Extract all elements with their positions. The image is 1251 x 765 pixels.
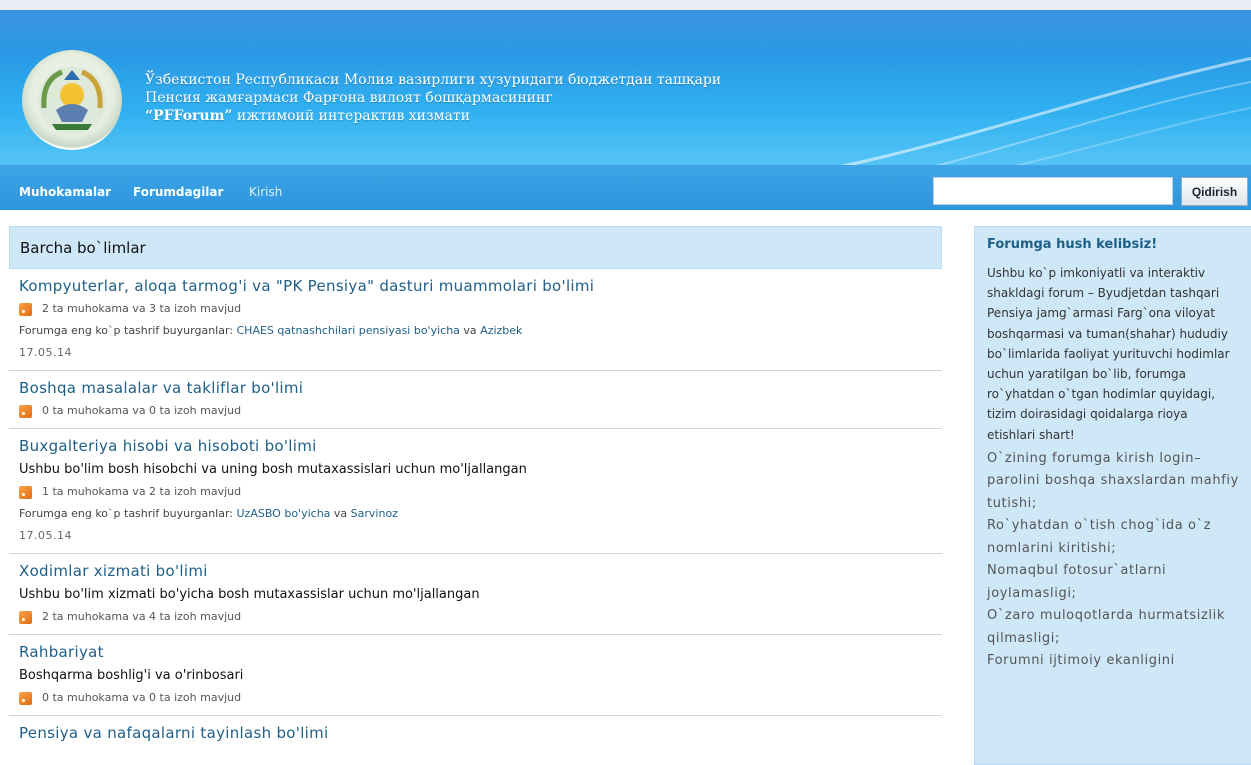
frequent-topic-link[interactable]: CHAES qatnashchilari pensiyasi bo'yicha xyxy=(237,324,460,337)
category-stats-text: 2 ta muhokama va 3 ta izoh mavjud xyxy=(42,302,242,315)
category-stats: 1 ta muhokama va 2 ta izoh mavjud xyxy=(19,482,942,502)
sidebar-rule: Forumni ijtimoiy ekanligini xyxy=(987,653,1175,669)
frequent-user-link[interactable]: Azizbek xyxy=(480,324,522,337)
category-item: Xodimlar xizmati bo'limi Ushbu bo'lim xi… xyxy=(9,554,942,635)
sidebar-intro-text: Ushbu ko`p imkoniyatli va interaktiv sha… xyxy=(987,266,1230,442)
sidebar-rule: Nomaqbul fotosur`atlarni joylamasligi; xyxy=(987,563,1167,601)
category-item: Rahbariyat Boshqarma boshlig'i va o'rinb… xyxy=(9,635,942,716)
sidebar-rule: O`zaro muloqotlarda hurmatsizlik qilmasl… xyxy=(987,608,1225,646)
frequent-visitors-label: Forumga eng ko`p tashrif buyurganlar: xyxy=(19,324,237,337)
category-title[interactable]: Xodimlar xizmati bo'limi xyxy=(19,560,942,582)
nav-forumdagilar[interactable]: Forumdagilar xyxy=(133,185,223,199)
category-title[interactable]: Kompyuterlar, aloqa tarmog'i va "PK Pens… xyxy=(19,275,942,297)
frequent-visitors-and: va xyxy=(330,507,351,520)
frequent-visitors-label: Forumga eng ko`p tashrif buyurganlar: xyxy=(19,507,237,520)
frequent-user-link[interactable]: Sarvinoz xyxy=(351,507,398,520)
nav-muhokamalar[interactable]: Muhokamalar xyxy=(19,185,111,199)
category-stats-text: 0 ta muhokama va 0 ta izoh mavjud xyxy=(42,404,242,417)
state-emblem-icon xyxy=(22,50,122,150)
category-title[interactable]: Buxgalteriya hisobi va hisoboti bo'limi xyxy=(19,435,942,457)
top-strip xyxy=(0,0,1251,10)
banner-line-3: “PFForum” ижтимоий интерактив хизмати xyxy=(145,107,721,125)
category-stats: 0 ta muhokama va 0 ta izoh mavjud xyxy=(19,688,942,708)
nav-kirish[interactable]: Kirish xyxy=(249,185,282,199)
category-date: 17.05.14 xyxy=(19,529,72,542)
rss-feed-icon[interactable] xyxy=(19,404,32,418)
welcome-sidebar: Forumga hush kelibsiz! Ushbu ko`p imkoni… xyxy=(974,226,1251,765)
category-list-heading: Barcha bo`limlar xyxy=(9,226,942,269)
frequent-topic-link[interactable]: UzASBO bo'yicha xyxy=(237,507,331,520)
sidebar-rule: Ro`yhatdan o`tish chog`ida o`z nomlarini… xyxy=(987,518,1212,556)
banner-line-1: Ўзбекистон Республикаси Молия вазирлиги … xyxy=(145,72,722,88)
rss-feed-icon[interactable] xyxy=(19,485,32,499)
search-button[interactable]: Qidirish xyxy=(1181,177,1248,206)
category-stats-text: 2 ta muhokama va 4 ta izoh mavjud xyxy=(42,610,242,623)
category-list: Barcha bo`limlar Kompyuterlar, aloqa tar… xyxy=(9,226,942,751)
frequent-visitors-and: va xyxy=(459,324,481,337)
category-title[interactable]: Pensiya va nafaqalarni tayinlash bo'limi xyxy=(19,722,942,744)
banner-line-3-rest: ижтимоий интерактив хизмати xyxy=(232,108,470,124)
category-stats-text: 0 ta muhokama va 0 ta izoh mavjud xyxy=(42,691,242,704)
rss-feed-icon[interactable] xyxy=(19,302,32,316)
category-stats: 0 ta muhokama va 0 ta izoh mavjud xyxy=(19,401,942,421)
sidebar-rule: O`zining forumga kirish login–parolini b… xyxy=(987,450,1239,511)
category-stats-text: 1 ta muhokama va 2 ta izoh mavjud xyxy=(42,485,242,498)
category-stats: 2 ta muhokama va 4 ta izoh mavjud xyxy=(19,607,942,627)
category-description: Ushbu bo'lim xizmati bo'yicha bosh mutax… xyxy=(19,587,480,602)
category-description: Ushbu bo'lim bosh hisobchi va uning bosh… xyxy=(19,462,527,477)
banner-line-2: Пенсия жамғармаси Фарғона вилоят бошқарм… xyxy=(145,90,553,106)
banner-swoosh-decoration xyxy=(840,56,1251,165)
category-frequent-visitors: Forumga eng ko`p tashrif buyurganlar: Uz… xyxy=(19,504,942,524)
category-item: Kompyuterlar, aloqa tarmog'i va "PK Pens… xyxy=(9,269,942,371)
banner-title: Ўзбекистон Республикаси Молия вазирлиги … xyxy=(145,71,721,125)
rss-feed-icon[interactable] xyxy=(19,691,32,705)
banner-forum-name: “PFForum” xyxy=(145,108,233,124)
sidebar-title: Forumga hush kelibsiz! xyxy=(987,237,1158,252)
category-item: Buxgalteriya hisobi va hisoboti bo'limi … xyxy=(9,429,942,554)
category-item: Pensiya va nafaqalarni tayinlash bo'limi xyxy=(9,716,942,751)
category-title[interactable]: Rahbariyat xyxy=(19,641,942,663)
category-stats: 2 ta muhokama va 3 ta izoh mavjud xyxy=(19,299,942,319)
search-input[interactable] xyxy=(933,177,1173,205)
rss-feed-icon[interactable] xyxy=(19,610,32,624)
header-banner: Ўзбекистон Республикаси Молия вазирлиги … xyxy=(0,10,1251,165)
category-frequent-visitors: Forumga eng ko`p tashrif buyurganlar: CH… xyxy=(19,321,942,341)
category-title[interactable]: Boshqa masalalar va takliflar bo'limi xyxy=(19,377,942,399)
category-description: Boshqarma boshlig'i va o'rinbosari xyxy=(19,668,244,683)
category-date: 17.05.14 xyxy=(19,346,72,359)
category-item: Boshqa masalalar va takliflar bo'limi 0 … xyxy=(9,371,942,429)
